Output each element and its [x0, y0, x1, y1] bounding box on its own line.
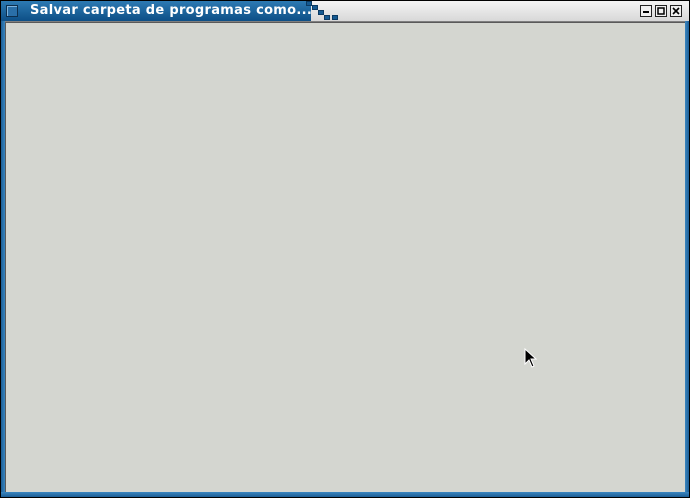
- title-pixel-decoration: [306, 1, 340, 21]
- resize-grip[interactable]: [665, 492, 689, 497]
- close-button[interactable]: [670, 5, 682, 17]
- window-menu-icon[interactable]: [6, 5, 18, 17]
- title-bar[interactable]: Salvar carpeta de programas como...: [1, 1, 689, 22]
- title-tab: Salvar carpeta de programas como...: [1, 1, 313, 21]
- minimize-button[interactable]: [640, 5, 652, 17]
- dialog-content-area: [5, 22, 685, 492]
- window-title: Salvar carpeta de programas como...: [30, 3, 313, 18]
- save-program-folder-dialog: Salvar carpeta de programas como...: [0, 0, 690, 498]
- maximize-icon: [657, 7, 665, 15]
- maximize-button[interactable]: [655, 5, 667, 17]
- window-frame-bottom[interactable]: [1, 492, 689, 497]
- minimize-icon: [643, 11, 649, 13]
- close-icon: [672, 7, 680, 15]
- arrow-pointer-icon: [524, 348, 538, 368]
- window-frame-right[interactable]: [685, 21, 689, 497]
